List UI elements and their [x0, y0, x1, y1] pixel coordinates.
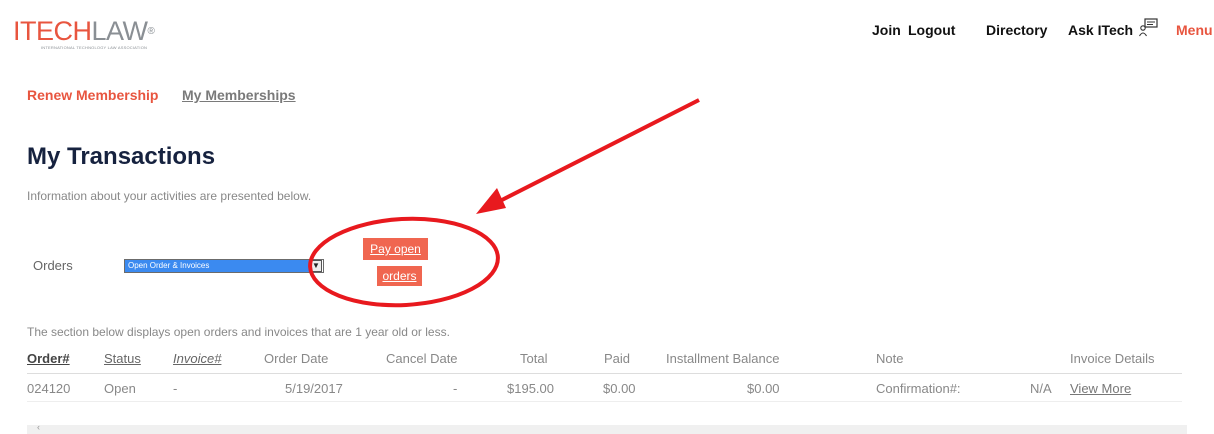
section-note: The section below displays open orders a…	[27, 325, 450, 339]
cell-order: 024120	[27, 381, 71, 396]
my-memberships-link[interactable]: My Memberships	[182, 87, 296, 103]
annotation-arrow-head	[476, 188, 506, 214]
col-invoice-details: Invoice Details	[1070, 351, 1155, 366]
cell-order-date: 5/19/2017	[285, 381, 343, 396]
col-installment: Installment Balance	[666, 351, 780, 366]
itechlaw-logo[interactable]: ITECHLAW® INTERNATIONAL TECHNOLOGY LAW A…	[13, 18, 183, 52]
pay-open-orders-button-line2[interactable]: orders	[377, 266, 422, 286]
logo-text: ITECHLAW®	[13, 16, 155, 46]
nav-logout[interactable]: Logout	[908, 22, 955, 38]
annotation-overlay	[308, 98, 700, 308]
cell-invoice: -	[173, 381, 178, 396]
renew-membership-link[interactable]: Renew Membership	[27, 87, 158, 103]
cell-cancel-date: -	[453, 381, 458, 396]
orders-filter-value: Open Order & Invoices	[125, 260, 310, 272]
logo-tagline: INTERNATIONAL TECHNOLOGY LAW ASSOCIATION	[41, 45, 148, 50]
col-invoice[interactable]: Invoice#	[173, 351, 221, 366]
col-status[interactable]: Status	[104, 351, 141, 366]
col-note: Note	[876, 351, 904, 366]
cell-total: $195.00	[507, 381, 554, 396]
col-cancel-date: Cancel Date	[386, 351, 458, 366]
page-intro: Information about your activities are pr…	[27, 189, 312, 203]
annotation-arrow-line	[497, 98, 700, 204]
cell-note-label: Confirmation#:	[876, 381, 961, 396]
pay-open-orders-button[interactable]: Pay open	[363, 238, 428, 260]
row-divider	[27, 401, 1182, 402]
nav-directory[interactable]: Directory	[986, 22, 1047, 38]
col-total: Total	[520, 351, 548, 366]
header-divider	[27, 373, 1182, 374]
cell-installment: $0.00	[747, 381, 780, 396]
nav-menu[interactable]: Menu	[1176, 22, 1213, 38]
orders-filter-select[interactable]: Open Order & Invoices ▼	[124, 259, 324, 273]
nav-ask-itech[interactable]: Ask ITech	[1068, 22, 1133, 38]
orders-label: Orders	[33, 258, 73, 273]
col-paid: Paid	[604, 351, 631, 366]
cell-paid: $0.00	[603, 381, 636, 396]
nav-join[interactable]: Join	[872, 22, 901, 38]
scroll-left-icon[interactable]: ‹	[37, 422, 40, 432]
col-order-date: Order Date	[264, 351, 329, 366]
cell-status: Open	[104, 381, 136, 396]
horizontal-scrollbar[interactable]	[27, 425, 1187, 434]
view-more-link[interactable]: View More	[1070, 381, 1131, 396]
chat-bubble-icon[interactable]	[1138, 18, 1158, 38]
page-title: My Transactions	[27, 143, 216, 170]
chevron-down-icon[interactable]: ▼	[310, 260, 322, 272]
top-nav: Join Logout Directory Ask ITech Menu	[870, 22, 1214, 42]
cell-note-value: N/A	[1030, 381, 1052, 396]
col-order[interactable]: Order#	[27, 351, 70, 366]
annotation-ellipse	[308, 216, 500, 308]
